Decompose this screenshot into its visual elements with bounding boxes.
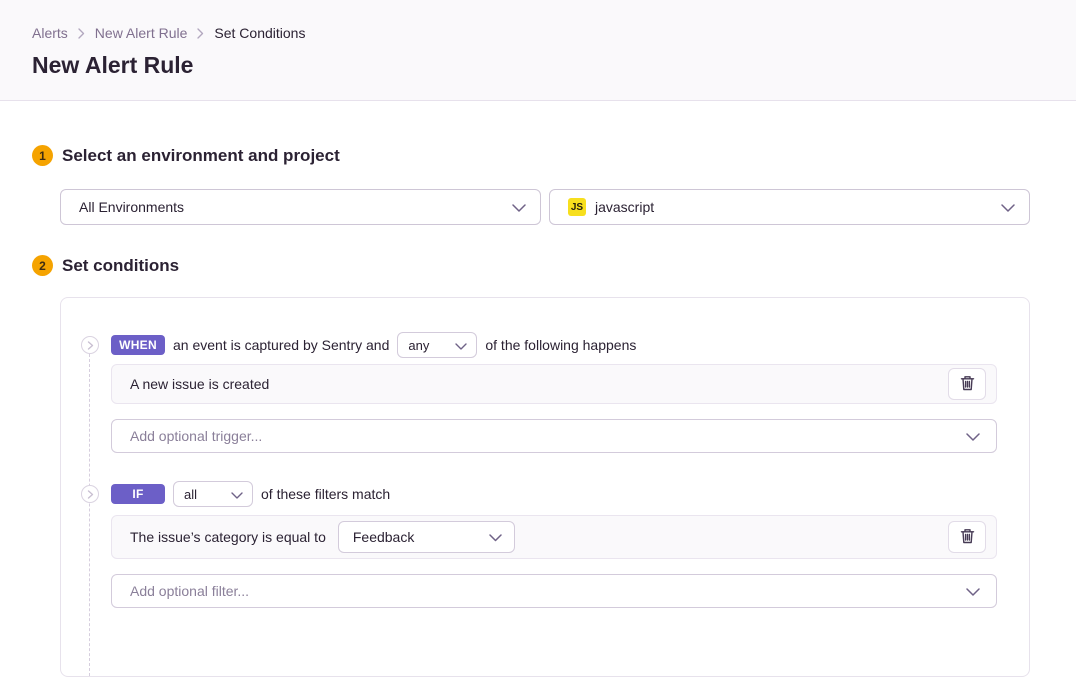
filter-category-select[interactable]: Feedback [338, 521, 515, 553]
when-condition-line: WHEN an event is captured by Sentry and … [111, 332, 997, 358]
if-text-after: of these filters match [261, 486, 390, 502]
conditions-section-header: 2 Set conditions [32, 255, 1030, 276]
environment-select-value: All Environments [79, 199, 184, 215]
chevron-down-icon [455, 338, 467, 353]
conditions-section-title: Set conditions [62, 256, 179, 276]
step-2-badge: 2 [32, 255, 53, 276]
trash-icon [960, 528, 975, 547]
if-badge: IF [111, 484, 165, 504]
chevron-down-icon [966, 428, 980, 444]
chevron-down-icon [231, 487, 243, 502]
filter-rule-row: The issue’s category is equal to Feedbac… [111, 515, 997, 559]
add-optional-filter-select[interactable]: Add optional filter... [111, 574, 997, 608]
step-1-badge: 1 [32, 145, 53, 166]
when-collapse-chevron-icon[interactable] [81, 336, 99, 354]
environment-select[interactable]: All Environments [60, 189, 541, 225]
filter-category-value: Feedback [353, 529, 414, 545]
when-match-select[interactable]: any [397, 332, 477, 358]
if-condition-line: IF all of these filters match [111, 481, 997, 507]
delete-filter-button[interactable] [948, 521, 986, 553]
breadcrumb-alerts[interactable]: Alerts [32, 25, 68, 41]
chevron-right-icon [78, 28, 85, 39]
breadcrumb-set-conditions: Set Conditions [214, 25, 305, 41]
conditions-card: WHEN an event is captured by Sentry and … [60, 297, 1030, 677]
environment-project-row: All Environments JS javascript [60, 189, 1030, 225]
environment-section-header: 1 Select an environment and project [32, 145, 1030, 166]
filter-rule-label: The issue’s category is equal to [130, 529, 326, 545]
add-trigger-placeholder: Add optional trigger... [130, 428, 262, 444]
chevron-down-icon [966, 583, 980, 599]
when-match-value: any [408, 338, 429, 353]
trigger-rule-label: A new issue is created [130, 376, 269, 392]
if-match-value: all [184, 487, 197, 502]
project-select[interactable]: JS javascript [549, 189, 1030, 225]
when-badge: WHEN [111, 335, 165, 355]
project-select-value: javascript [595, 199, 654, 215]
when-text-after: of the following happens [485, 337, 636, 353]
chevron-right-icon [197, 28, 204, 39]
delete-trigger-button[interactable] [948, 368, 986, 400]
chevron-down-icon [489, 529, 502, 545]
add-filter-placeholder: Add optional filter... [130, 583, 249, 599]
when-text-before: an event is captured by Sentry and [173, 337, 389, 353]
if-collapse-chevron-icon[interactable] [81, 485, 99, 503]
page-header: Alerts New Alert Rule Set Conditions New… [0, 0, 1076, 101]
chevron-down-icon [512, 199, 526, 215]
trigger-rule-row: A new issue is created [111, 364, 997, 404]
chevron-down-icon [1001, 199, 1015, 215]
breadcrumb: Alerts New Alert Rule Set Conditions [32, 25, 1044, 41]
add-optional-trigger-select[interactable]: Add optional trigger... [111, 419, 997, 453]
if-match-select[interactable]: all [173, 481, 253, 507]
javascript-platform-icon: JS [568, 198, 586, 216]
environment-section-title: Select an environment and project [62, 146, 340, 166]
main-content: 1 Select an environment and project All … [0, 145, 1076, 677]
trash-icon [960, 375, 975, 394]
breadcrumb-new-alert-rule[interactable]: New Alert Rule [95, 25, 188, 41]
page-title: New Alert Rule [32, 52, 1044, 79]
